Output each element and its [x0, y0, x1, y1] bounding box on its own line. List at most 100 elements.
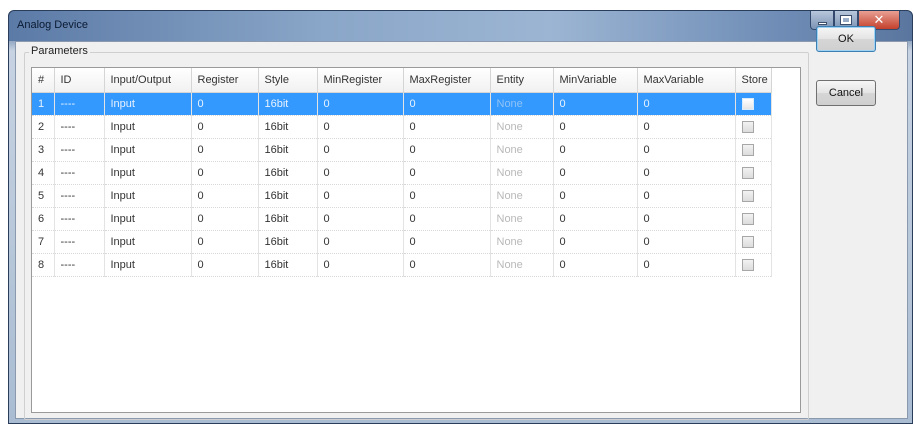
style-cell[interactable]: 16bit [258, 92, 318, 116]
id-cell[interactable]: ---- [54, 115, 105, 139]
min-variable-cell[interactable]: 0 [553, 138, 638, 162]
table-row[interactable]: 7 ---- Input 0 16bit 0 0 None 0 0 [32, 230, 772, 254]
register-cell[interactable]: 0 [191, 92, 259, 116]
column-header-max-variable[interactable]: MaxVariable [637, 68, 736, 93]
entity-cell[interactable]: None [490, 138, 554, 162]
table-row[interactable]: 1 ---- Input 0 16bit 0 0 None 0 0 [32, 92, 772, 116]
ok-button[interactable]: OK [816, 26, 876, 52]
id-cell[interactable]: ---- [54, 207, 105, 231]
register-cell[interactable]: 0 [191, 230, 259, 254]
id-cell[interactable]: ---- [54, 184, 105, 208]
row-number-cell[interactable]: 7 [32, 230, 55, 254]
entity-cell[interactable]: None [490, 161, 554, 185]
table-row[interactable]: 3 ---- Input 0 16bit 0 0 None 0 0 [32, 138, 772, 162]
style-cell[interactable]: 16bit [258, 138, 318, 162]
column-header-num[interactable]: # [32, 68, 55, 93]
max-register-cell[interactable]: 0 [403, 138, 491, 162]
row-number-cell[interactable]: 4 [32, 161, 55, 185]
min-register-cell[interactable]: 0 [317, 207, 404, 231]
input-output-cell[interactable]: Input [104, 92, 192, 116]
max-variable-cell[interactable]: 0 [637, 184, 736, 208]
register-cell[interactable]: 0 [191, 161, 259, 185]
store-checkbox[interactable] [741, 120, 754, 133]
max-register-cell[interactable]: 0 [403, 115, 491, 139]
parameters-grid[interactable]: # ID Input/Output Register Style MinRegi… [31, 67, 801, 413]
row-number-cell[interactable]: 6 [32, 207, 55, 231]
register-cell[interactable]: 0 [191, 115, 259, 139]
max-variable-cell[interactable]: 0 [637, 161, 736, 185]
min-variable-cell[interactable]: 0 [553, 115, 638, 139]
max-variable-cell[interactable]: 0 [637, 207, 736, 231]
min-register-cell[interactable]: 0 [317, 92, 404, 116]
table-row[interactable]: 4 ---- Input 0 16bit 0 0 None 0 0 [32, 161, 772, 185]
store-checkbox[interactable] [741, 143, 754, 156]
entity-cell[interactable]: None [490, 207, 554, 231]
input-output-cell[interactable]: Input [104, 115, 192, 139]
column-header-input-output[interactable]: Input/Output [104, 68, 192, 93]
column-header-store[interactable]: Store [735, 68, 772, 93]
min-register-cell[interactable]: 0 [317, 161, 404, 185]
min-variable-cell[interactable]: 0 [553, 253, 638, 277]
store-checkbox[interactable] [741, 189, 754, 202]
max-register-cell[interactable]: 0 [403, 253, 491, 277]
input-output-cell[interactable]: Input [104, 230, 192, 254]
column-header-min-variable[interactable]: MinVariable [553, 68, 638, 93]
max-register-cell[interactable]: 0 [403, 184, 491, 208]
style-cell[interactable]: 16bit [258, 230, 318, 254]
row-number-cell[interactable]: 5 [32, 184, 55, 208]
style-cell[interactable]: 16bit [258, 184, 318, 208]
column-header-id[interactable]: ID [54, 68, 105, 93]
column-header-register[interactable]: Register [191, 68, 259, 93]
store-checkbox[interactable] [741, 97, 754, 110]
id-cell[interactable]: ---- [54, 230, 105, 254]
max-register-cell[interactable]: 0 [403, 161, 491, 185]
store-checkbox[interactable] [741, 166, 754, 179]
column-header-style[interactable]: Style [258, 68, 318, 93]
register-cell[interactable]: 0 [191, 253, 259, 277]
min-variable-cell[interactable]: 0 [553, 184, 638, 208]
input-output-cell[interactable]: Input [104, 207, 192, 231]
store-checkbox[interactable] [741, 212, 754, 225]
register-cell[interactable]: 0 [191, 207, 259, 231]
row-number-cell[interactable]: 3 [32, 138, 55, 162]
input-output-cell[interactable]: Input [104, 138, 192, 162]
row-number-cell[interactable]: 1 [32, 92, 55, 116]
max-register-cell[interactable]: 0 [403, 230, 491, 254]
max-variable-cell[interactable]: 0 [637, 115, 736, 139]
min-register-cell[interactable]: 0 [317, 184, 404, 208]
style-cell[interactable]: 16bit [258, 115, 318, 139]
table-row[interactable]: 6 ---- Input 0 16bit 0 0 None 0 0 [32, 207, 772, 231]
input-output-cell[interactable]: Input [104, 161, 192, 185]
style-cell[interactable]: 16bit [258, 207, 318, 231]
min-register-cell[interactable]: 0 [317, 115, 404, 139]
register-cell[interactable]: 0 [191, 184, 259, 208]
max-variable-cell[interactable]: 0 [637, 138, 736, 162]
min-variable-cell[interactable]: 0 [553, 207, 638, 231]
entity-cell[interactable]: None [490, 184, 554, 208]
register-cell[interactable]: 0 [191, 138, 259, 162]
table-row[interactable]: 8 ---- Input 0 16bit 0 0 None 0 0 [32, 253, 772, 277]
column-header-min-register[interactable]: MinRegister [317, 68, 404, 93]
table-row[interactable]: 5 ---- Input 0 16bit 0 0 None 0 0 [32, 184, 772, 208]
entity-cell[interactable]: None [490, 92, 554, 116]
min-register-cell[interactable]: 0 [317, 230, 404, 254]
store-checkbox[interactable] [741, 235, 754, 248]
cancel-button[interactable]: Cancel [816, 80, 876, 106]
entity-cell[interactable]: None [490, 253, 554, 277]
min-register-cell[interactable]: 0 [317, 253, 404, 277]
min-register-cell[interactable]: 0 [317, 138, 404, 162]
min-variable-cell[interactable]: 0 [553, 161, 638, 185]
table-row[interactable]: 2 ---- Input 0 16bit 0 0 None 0 0 [32, 115, 772, 139]
entity-cell[interactable]: None [490, 230, 554, 254]
row-number-cell[interactable]: 2 [32, 115, 55, 139]
id-cell[interactable]: ---- [54, 138, 105, 162]
max-register-cell[interactable]: 0 [403, 207, 491, 231]
max-variable-cell[interactable]: 0 [637, 92, 736, 116]
input-output-cell[interactable]: Input [104, 184, 192, 208]
store-checkbox[interactable] [741, 258, 754, 271]
id-cell[interactable]: ---- [54, 253, 105, 277]
style-cell[interactable]: 16bit [258, 161, 318, 185]
id-cell[interactable]: ---- [54, 161, 105, 185]
column-header-max-register[interactable]: MaxRegister [403, 68, 491, 93]
max-variable-cell[interactable]: 0 [637, 253, 736, 277]
